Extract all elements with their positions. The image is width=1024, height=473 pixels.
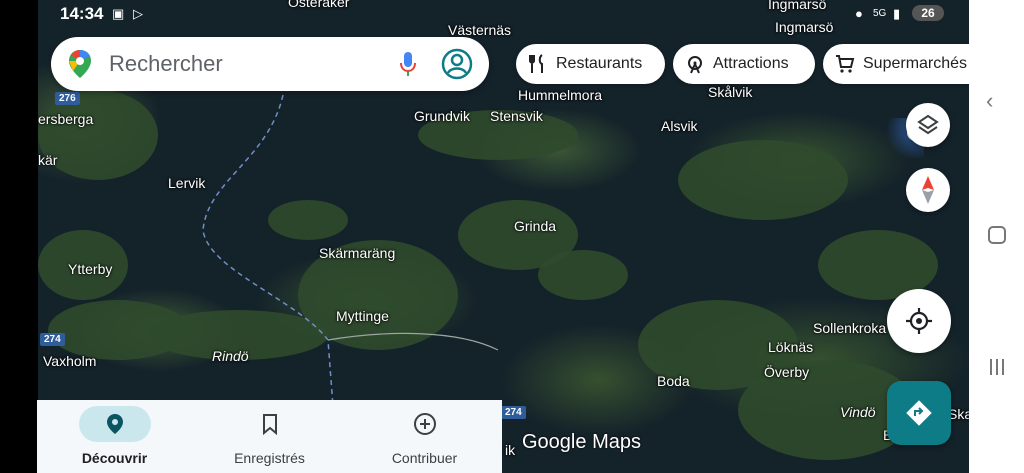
map-label-vasternas: Västernäs bbox=[448, 22, 512, 38]
compass-icon bbox=[922, 176, 934, 204]
layers-icon bbox=[917, 114, 939, 135]
search-input[interactable]: Rechercher bbox=[109, 51, 223, 77]
nav-saved-label: Enregistrés bbox=[234, 450, 305, 466]
home-icon[interactable] bbox=[988, 226, 1006, 244]
compass-button[interactable] bbox=[906, 168, 950, 212]
map-label-ersberga: ersberga bbox=[38, 111, 94, 127]
map-label-loknas: Löknäs bbox=[768, 339, 814, 355]
map-label-rindo: Rindö bbox=[212, 348, 249, 364]
map-label-hummelmora: Hummelmora bbox=[518, 87, 603, 103]
road-shield-274-b: 274 bbox=[501, 406, 526, 419]
map-label-skalvik: Skålvik bbox=[708, 84, 753, 100]
location-status-icon: ● bbox=[855, 6, 863, 21]
chip-restaurants-label: Restaurants bbox=[556, 55, 643, 72]
fork-knife-icon bbox=[529, 54, 543, 73]
status-time: 14:34 bbox=[60, 4, 104, 23]
map-label-ytterby: Ytterby bbox=[68, 261, 113, 277]
chip-attractions[interactable]: Attractions bbox=[673, 44, 815, 84]
map-label-ingmarso: Ingmarsö bbox=[775, 19, 834, 35]
brand-maps: Maps bbox=[592, 431, 641, 453]
directions-icon bbox=[906, 400, 932, 426]
ferris-wheel-icon bbox=[688, 56, 702, 74]
map-label-vaxholm: Vaxholm bbox=[43, 353, 97, 369]
signal-5g-icon: 5G bbox=[873, 8, 887, 19]
nav-saved-pill bbox=[234, 406, 306, 442]
map-label-ik: ik bbox=[505, 442, 516, 458]
nav-discover[interactable]: Découvrir bbox=[37, 400, 192, 473]
microphone-icon[interactable] bbox=[399, 51, 417, 77]
map-layers-button[interactable] bbox=[906, 103, 950, 147]
recents-icon[interactable] bbox=[988, 358, 1006, 376]
map-label-myttinge: Myttinge bbox=[336, 308, 389, 324]
add-circle-icon bbox=[413, 413, 436, 435]
map-label-osteraker: Österåker bbox=[288, 0, 350, 10]
back-icon[interactable]: ‹ bbox=[986, 88, 993, 114]
bottom-navigation: Découvrir Enregistrés Contribuer bbox=[37, 400, 502, 473]
brand-google: Google bbox=[522, 431, 587, 453]
chip-restaurants[interactable]: Restaurants bbox=[516, 44, 665, 84]
cast-icon: ▷ bbox=[133, 6, 143, 21]
map-label-vindo: Vindö bbox=[840, 404, 876, 420]
crosshair-icon bbox=[906, 308, 932, 334]
map-label-grinda: Grinda bbox=[514, 218, 557, 234]
map-label-skarmarang: Skärmaräng bbox=[319, 245, 396, 261]
google-maps-pin-icon bbox=[69, 50, 91, 78]
map-label-stensvik: Stensvik bbox=[490, 108, 543, 124]
map-label-alsvik: Alsvik bbox=[661, 118, 698, 134]
map-label-boda: Boda bbox=[657, 373, 690, 389]
cart-icon bbox=[836, 55, 855, 73]
screenshot-icon: ▣ bbox=[112, 6, 125, 21]
chip-supermarkets[interactable]: Supermarchés bbox=[823, 44, 969, 84]
nav-contribute-pill bbox=[389, 406, 461, 442]
nav-saved[interactable]: Enregistrés bbox=[192, 400, 347, 473]
signal-bars-icon: ▮ bbox=[893, 6, 901, 21]
battery-indicator: 26 bbox=[912, 5, 944, 21]
road-shield-274: 274 bbox=[40, 333, 65, 346]
nav-discover-pill bbox=[78, 406, 151, 442]
screen-bezel bbox=[0, 0, 38, 473]
map-label-ingmarso-top: Ingmarsö bbox=[768, 0, 827, 12]
chip-attractions-label: Attractions bbox=[713, 55, 789, 72]
chip-supermarkets-label: Supermarchés bbox=[863, 55, 968, 72]
map-label-kar: kär bbox=[38, 152, 58, 168]
bookmark-icon bbox=[262, 414, 277, 435]
directions-button[interactable] bbox=[887, 381, 951, 445]
road-shield-276: 276 bbox=[55, 92, 80, 105]
system-navigation-bar: ‹ bbox=[969, 0, 1024, 473]
search-bar[interactable]: Rechercher bbox=[51, 37, 489, 91]
map-label-overby: Överby bbox=[764, 364, 810, 380]
map-label-sollenkroka: Sollenkroka bbox=[813, 320, 887, 336]
map-label-lervik: Lervik bbox=[168, 175, 206, 191]
nav-discover-label: Découvrir bbox=[81, 450, 148, 466]
nav-contribute-label: Contribuer bbox=[391, 450, 458, 466]
my-location-button[interactable] bbox=[887, 289, 951, 353]
map-label-ska: Ska bbox=[948, 406, 969, 422]
location-pin-icon bbox=[106, 414, 123, 434]
map-label-grundvik: Grundvik bbox=[414, 108, 471, 124]
nav-contribute[interactable]: Contribuer bbox=[347, 400, 502, 473]
account-avatar-icon[interactable] bbox=[441, 48, 473, 80]
google-maps-watermark: Google Maps bbox=[522, 431, 641, 454]
